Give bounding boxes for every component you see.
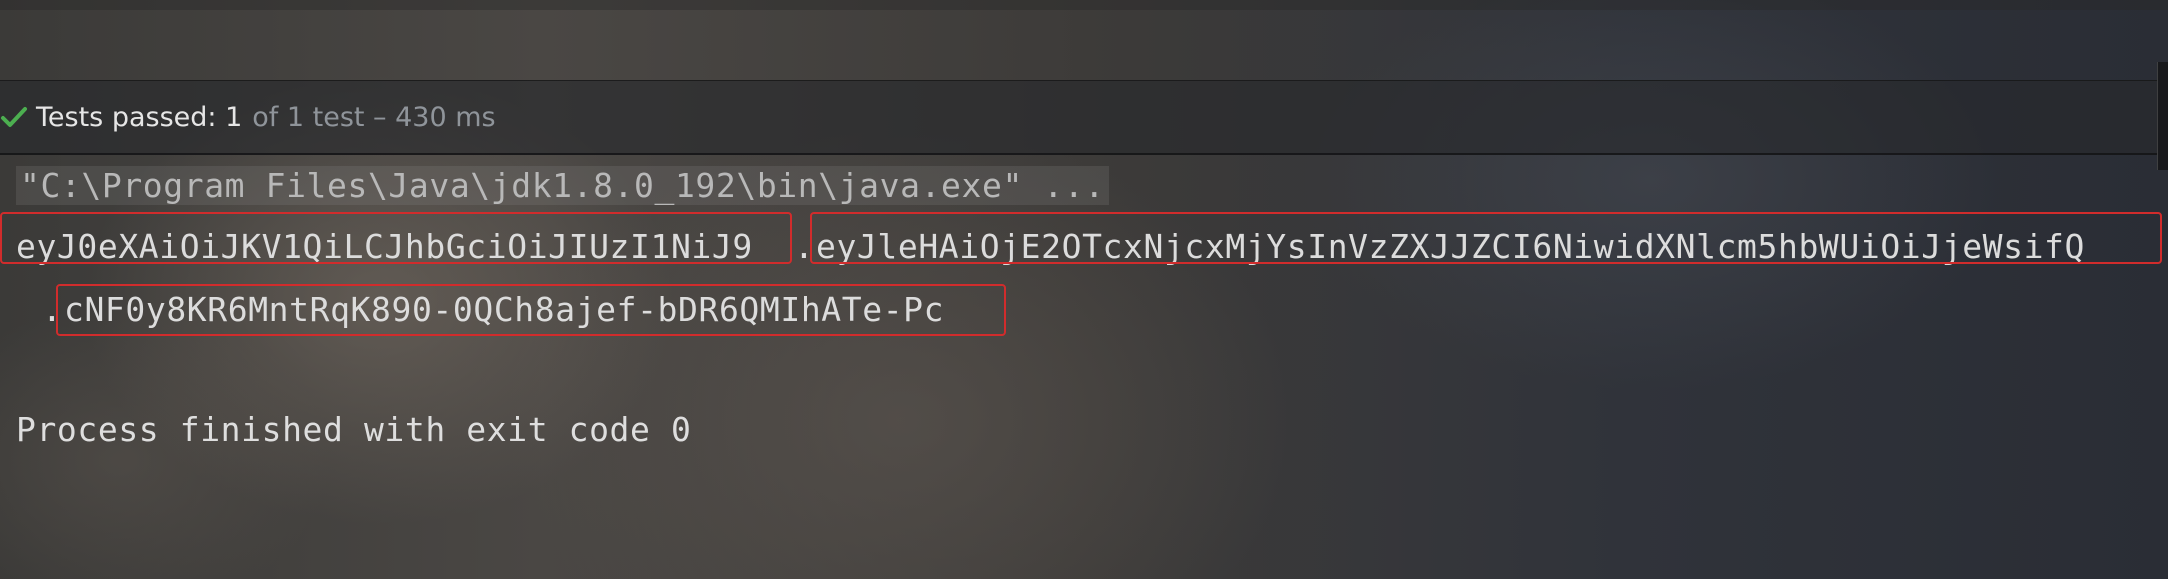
token-payload-highlight <box>810 212 2162 264</box>
check-icon <box>1 107 27 127</box>
panel-scrollbar[interactable] <box>2157 62 2168 170</box>
exit-message: Process finished with exit code 0 <box>16 410 692 449</box>
token-header-highlight <box>0 212 792 264</box>
tests-passed-label: Tests passed: 1 <box>36 101 243 133</box>
toolbar-strip <box>0 0 2168 10</box>
test-status-bar: Tests passed: 1 of 1 test – 430 ms <box>0 80 2158 155</box>
token-signature-highlight <box>56 284 1006 336</box>
command-line: "C:\Program Files\Java\jdk1.8.0_192\bin\… <box>16 166 1109 205</box>
tests-detail-label: of 1 test – 430 ms <box>252 101 496 133</box>
run-tool-window: Tests passed: 1 of 1 test – 430 ms "C:\P… <box>0 0 2168 579</box>
